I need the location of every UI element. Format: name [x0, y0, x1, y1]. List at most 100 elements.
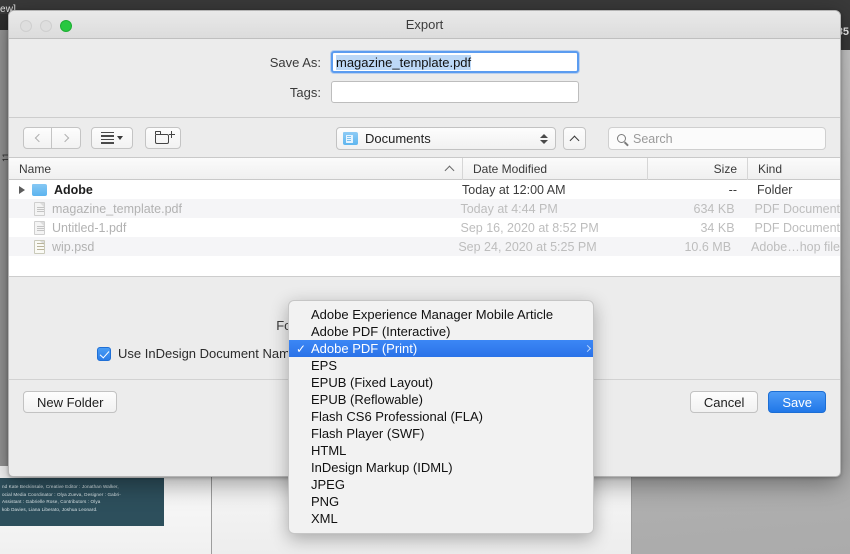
menu-item-flash-player-swf[interactable]: Flash Player (SWF): [289, 425, 593, 442]
file-name-label: Adobe: [54, 182, 93, 197]
menu-item-label: JPEG: [311, 477, 345, 492]
file-name-label: wip.psd: [52, 239, 95, 254]
go-up-button[interactable]: [563, 127, 586, 150]
format-dropdown-menu: Adobe Experience Manager Mobile Article …: [288, 300, 594, 534]
search-field[interactable]: Search: [608, 127, 826, 150]
menu-item-xml[interactable]: XML: [289, 510, 593, 527]
file-kind-cell: Folder: [757, 182, 793, 197]
menu-item-epub-reflowable[interactable]: EPUB (Reflowable): [289, 391, 593, 408]
psd-file-icon: [34, 239, 45, 254]
menu-item-adobe-pdf-print[interactable]: ✓ Adobe PDF (Print): [289, 340, 593, 357]
column-header-name[interactable]: Name: [9, 158, 462, 180]
file-name-cell: magazine_template.pdf: [9, 201, 460, 216]
checkmark-icon: ✓: [296, 341, 307, 356]
navigation-segment: [23, 126, 81, 149]
credits-line: ocial Media Coordinator : Olya Zueva, De…: [2, 491, 121, 497]
menu-item-label: EPUB (Fixed Layout): [311, 375, 434, 390]
file-name-label: magazine_template.pdf: [52, 201, 182, 216]
new-folder-icon: [155, 131, 175, 144]
table-row[interactable]: Untitled-1.pdf Sep 16, 2020 at 8:52 PM 3…: [9, 218, 840, 237]
file-date-cell: Sep 16, 2020 at 8:52 PM: [460, 220, 599, 235]
folder-icon: [32, 183, 47, 196]
path-popup-button[interactable]: Documents: [336, 127, 556, 150]
tags-row: Tags:: [9, 81, 840, 103]
save-as-input[interactable]: magazine_template.pdf: [331, 51, 579, 73]
menu-item-label: Adobe PDF (Interactive): [311, 324, 451, 339]
use-indesign-name-checkbox[interactable]: [97, 346, 111, 361]
menu-item-adobe-experience-manager[interactable]: Adobe Experience Manager Mobile Article: [289, 306, 593, 323]
column-header-kind[interactable]: Kind: [747, 157, 840, 180]
column-header-name-label: Name: [19, 161, 52, 176]
file-kind-cell: PDF Document: [754, 220, 840, 235]
credits-line: Assistant : Gabrielle Rose, Contributors…: [2, 499, 101, 505]
path-label: Documents: [365, 131, 431, 146]
column-header-size-label: Size: [713, 161, 737, 176]
column-header-date-label: Date Modified: [473, 161, 548, 176]
menu-item-label: EPS: [311, 358, 338, 373]
back-button[interactable]: [23, 126, 52, 149]
save-as-label: Save As:: [269, 54, 321, 70]
pdf-file-icon: [34, 201, 45, 216]
cancel-button[interactable]: Cancel: [689, 391, 759, 413]
menu-item-label: Flash Player (SWF): [311, 426, 425, 441]
menu-item-label: InDesign Markup (IDML): [311, 460, 453, 475]
file-size-cell: 634 KB: [693, 201, 735, 216]
column-header-date-modified[interactable]: Date Modified: [462, 157, 647, 180]
credits-line: nd Kate Beckinsale, Creative Editor : Jo…: [2, 484, 119, 489]
use-indesign-name-checkbox-row[interactable]: Use InDesign Document Name: [97, 346, 297, 361]
file-name-cell: Adobe: [9, 183, 462, 197]
file-date-cell: Today at 4:44 PM: [460, 201, 558, 216]
documents-folder-icon: [343, 132, 358, 145]
menu-item-label: EPUB (Reflowable): [311, 392, 423, 407]
menu-item-png[interactable]: PNG: [289, 493, 593, 510]
search-placeholder: Search: [633, 131, 673, 146]
file-size-cell: 34 KB: [700, 220, 735, 235]
file-kind-cell: Adobe…hop file: [751, 239, 840, 254]
table-row[interactable]: wip.psd Sep 24, 2020 at 5:25 PM 10.6 MB …: [9, 237, 840, 256]
save-as-row: Save As: magazine_template.pdf: [9, 51, 840, 73]
table-row[interactable]: Adobe Today at 12:00 AM -- Folder: [9, 180, 840, 199]
menu-item-html[interactable]: HTML: [289, 442, 593, 459]
dialog-titlebar: Export: [9, 11, 840, 39]
pdf-file-icon: [34, 220, 45, 235]
file-size-cell: 10.6 MB: [684, 239, 732, 254]
format-label: Format:: [9, 318, 331, 333]
save-as-value: magazine_template.pdf: [336, 54, 472, 70]
menu-item-label: PNG: [311, 494, 340, 509]
file-size-cell: --: [728, 182, 737, 197]
file-date-cell: Sep 24, 2020 at 5:25 PM: [458, 239, 597, 254]
table-row[interactable]: magazine_template.pdf Today at 4:44 PM 6…: [9, 199, 840, 218]
credits-line: kob Davies, Liana Liberato, Joshua Leona…: [2, 506, 98, 512]
finder-toolbar: Documents Search: [9, 118, 840, 158]
sort-ascending-icon: [444, 165, 455, 175]
menu-item-indesign-markup-idml[interactable]: InDesign Markup (IDML): [289, 459, 593, 476]
menu-item-epub-fixed-layout[interactable]: EPUB (Fixed Layout): [289, 374, 593, 391]
menu-item-adobe-pdf-interactive[interactable]: Adobe PDF (Interactive): [289, 323, 593, 340]
file-date-cell: Today at 12:00 AM: [462, 182, 566, 197]
menu-item-eps[interactable]: EPS: [289, 357, 593, 374]
column-header-kind-label: Kind: [758, 161, 783, 176]
menu-item-flash-cs6-professional[interactable]: Flash CS6 Professional (FLA): [289, 408, 593, 425]
disclosure-triangle-icon[interactable]: [19, 185, 25, 194]
file-name-cell: Untitled-1.pdf: [9, 220, 460, 235]
forward-button[interactable]: [52, 126, 81, 149]
menu-item-label: Adobe Experience Manager Mobile Article: [311, 307, 554, 322]
menu-item-label: XML: [311, 511, 338, 526]
file-column-headers: Name Date Modified Size Kind: [9, 157, 840, 180]
tags-label: Tags:: [289, 84, 321, 100]
chevron-right-icon: [583, 344, 592, 353]
chevron-left-icon: [34, 133, 43, 142]
save-button[interactable]: Save: [768, 391, 826, 413]
menu-item-jpeg[interactable]: JPEG: [289, 476, 593, 493]
chevron-right-icon: [60, 133, 70, 142]
tags-input[interactable]: [331, 81, 579, 103]
new-folder-toolbar-button[interactable]: [145, 126, 181, 149]
view-options-button[interactable]: [91, 126, 133, 149]
new-folder-button[interactable]: New Folder: [23, 391, 118, 413]
file-name-cell: wip.psd: [9, 239, 458, 254]
chevron-down-icon: [117, 135, 123, 140]
updown-chevrons-icon: [540, 133, 548, 144]
menu-item-label: HTML: [311, 443, 347, 458]
name-fields-area: Save As: magazine_template.pdf Tags:: [9, 39, 840, 118]
column-header-size[interactable]: Size: [647, 157, 747, 180]
